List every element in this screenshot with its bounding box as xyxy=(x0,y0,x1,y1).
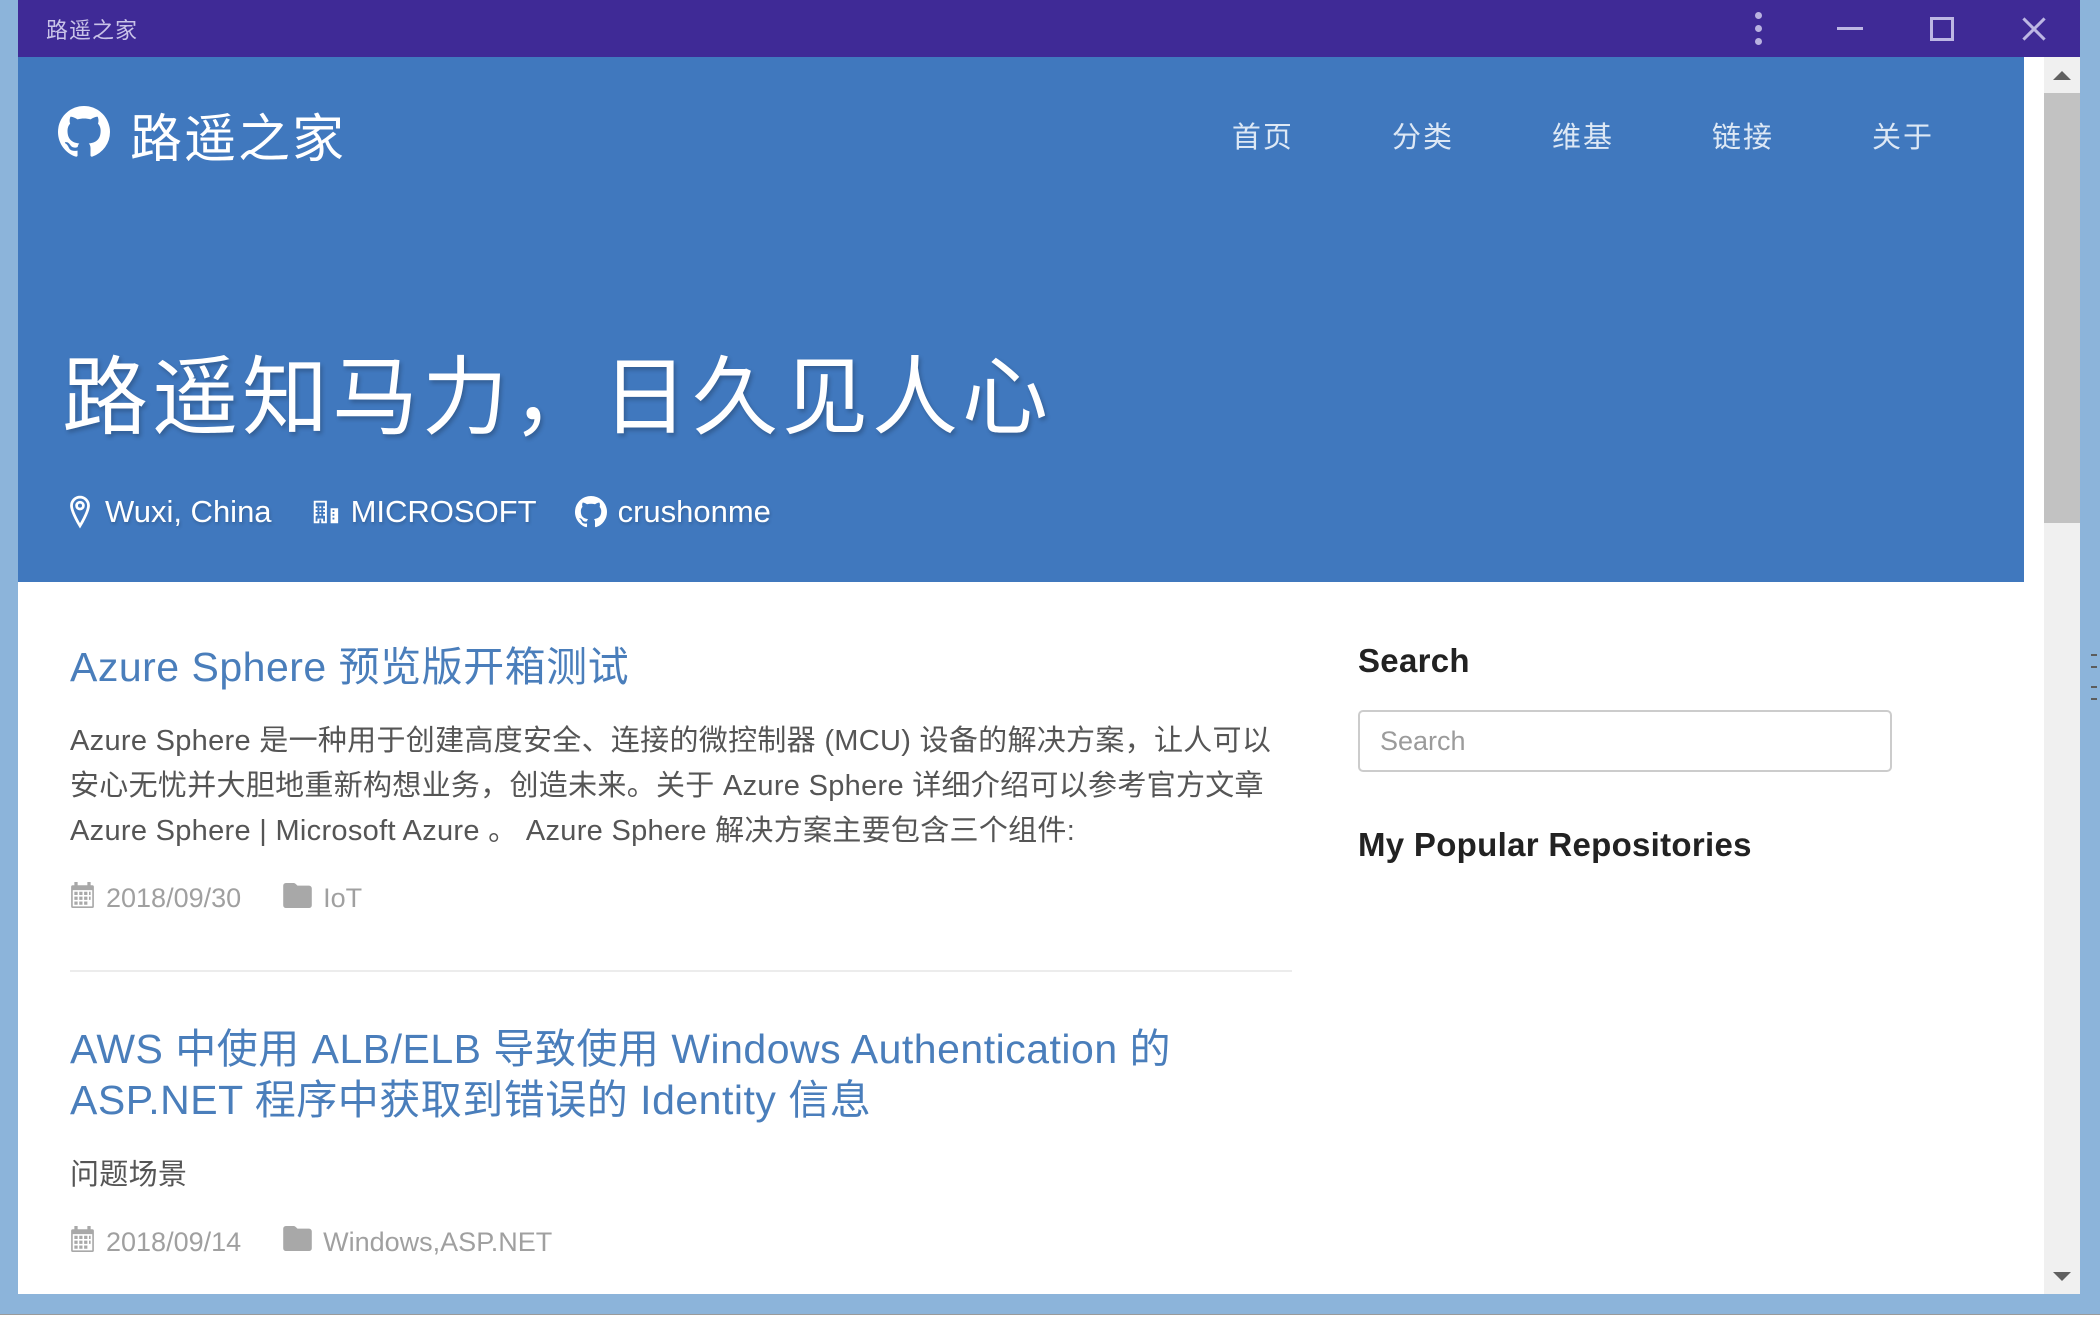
more-options-button[interactable] xyxy=(1712,0,1804,57)
organization-icon xyxy=(310,497,340,527)
chevron-up-icon xyxy=(2053,70,2071,80)
github-icon xyxy=(574,496,607,528)
minimize-icon xyxy=(1837,27,1863,30)
brand[interactable]: 路遥之家 xyxy=(58,97,346,172)
title-bar: 路遥之家 xyxy=(18,0,2080,57)
post-category-label: IoT xyxy=(323,883,363,914)
popular-repositories-heading: My Popular Repositories xyxy=(1358,826,1752,863)
window-title: 路遥之家 xyxy=(46,17,139,43)
post-divider xyxy=(70,970,1292,973)
folder-icon xyxy=(283,882,312,915)
scroll-up-button[interactable] xyxy=(2044,57,2080,93)
hero-meta: Wuxi, China MICROSOFT crushonme xyxy=(66,494,771,530)
site-hero: 路遥之家 首页 分类 维基 链接 关于 路遥知马力，日久见人心 Wuxi, Ch… xyxy=(18,57,2024,582)
minimize-button[interactable] xyxy=(1804,0,1896,57)
maximize-icon xyxy=(1930,16,1954,41)
brand-name: 路遥之家 xyxy=(130,111,347,169)
close-icon xyxy=(2019,14,2049,44)
post-category: IoT xyxy=(283,882,363,915)
site-navbar: 路遥之家 首页 分类 维基 链接 关于 xyxy=(18,57,2024,172)
content-area: Azure Sphere 预览版开箱测试 Azure Sphere 是一种用于创… xyxy=(18,582,2024,1269)
nav-item-categories[interactable]: 分类 xyxy=(1392,114,1454,156)
sidebar: Search My Popular Repositories xyxy=(1338,642,1978,1269)
calendar-icon xyxy=(70,882,95,915)
post-date-label: 2018/09/30 xyxy=(106,883,242,914)
folder-icon xyxy=(283,1226,312,1258)
web-page: 路遥之家 首页 分类 维基 链接 关于 路遥知马力，日久见人心 Wuxi, Ch… xyxy=(18,57,2024,1294)
browser-viewport: 路遥之家 首页 分类 维基 链接 关于 路遥知马力，日久见人心 Wuxi, Ch… xyxy=(18,57,2080,1294)
post-category: Windows,ASP.NET xyxy=(283,1226,552,1258)
post-title-link[interactable]: Azure Sphere 预览版开箱测试 xyxy=(70,642,1292,693)
github-icon xyxy=(58,106,110,163)
window-frame-bottom xyxy=(0,1294,2100,1314)
nav-item-wiki[interactable]: 维基 xyxy=(1552,114,1614,156)
post-item: AWS 中使用 ALB/ELB 导致使用 Windows Authenticat… xyxy=(70,1024,1292,1268)
post-date-label: 2018/09/14 xyxy=(106,1226,242,1257)
post-excerpt: 问题场景 xyxy=(70,1158,188,1191)
post-item: Azure Sphere 预览版开箱测试 Azure Sphere 是一种用于创… xyxy=(70,642,1292,925)
post-date: 2018/09/14 xyxy=(70,1225,242,1259)
main-navigation: 首页 分类 维基 链接 关于 xyxy=(1232,114,1964,156)
nav-item-home[interactable]: 首页 xyxy=(1232,114,1294,156)
window-frame-right xyxy=(2080,0,2100,1320)
nav-item-about[interactable]: 关于 xyxy=(1872,114,1934,156)
search-heading: Search xyxy=(1358,642,1470,679)
scrollbar-thumb[interactable] xyxy=(2044,93,2080,523)
post-excerpt: Azure Sphere 是一种用于创建高度安全、连接的微控制器 (MCU) 设… xyxy=(70,725,1272,848)
application-window: 路遥之家 路遥之家 首页 分类 维基 链接 关于 路遥知马力，日久见人心 Wux… xyxy=(0,0,2100,1320)
post-category-label: Windows,ASP.NET xyxy=(323,1226,553,1257)
background-window-peek xyxy=(0,1314,2100,1320)
post-meta: 2018/09/30 IoT xyxy=(70,882,1292,915)
vertical-scrollbar[interactable] xyxy=(2044,57,2080,1294)
nav-item-links[interactable]: 链接 xyxy=(1712,114,1774,156)
meta-github-label: crushonme xyxy=(617,494,771,529)
meta-location-label: Wuxi, China xyxy=(105,494,272,529)
post-list: Azure Sphere 预览版开箱测试 Azure Sphere 是一种用于创… xyxy=(18,642,1338,1269)
post-date: 2018/09/30 xyxy=(70,882,241,915)
post-meta: 2018/09/14 Windows,ASP.NET xyxy=(70,1225,1292,1259)
meta-github-user: crushonme xyxy=(574,494,771,530)
chevron-down-icon xyxy=(2053,1271,2071,1281)
vertical-ellipsis-icon xyxy=(1754,12,1762,45)
window-frame-left xyxy=(0,0,18,1320)
scroll-down-button[interactable] xyxy=(2044,1258,2080,1294)
window-controls xyxy=(1712,0,2080,57)
post-title-link[interactable]: AWS 中使用 ALB/ELB 导致使用 Windows Authenticat… xyxy=(70,1024,1292,1127)
search-input[interactable] xyxy=(1358,710,1892,772)
location-pin-icon xyxy=(66,495,94,529)
hero-title: 路遥知马力，日久见人心 xyxy=(62,350,1052,446)
close-button[interactable] xyxy=(1988,0,2080,57)
calendar-icon xyxy=(70,1225,95,1259)
meta-organization-label: MICROSOFT xyxy=(350,494,537,529)
meta-location: Wuxi, China xyxy=(66,494,272,530)
maximize-button[interactable] xyxy=(1896,0,1988,57)
meta-organization: MICROSOFT xyxy=(310,494,537,530)
